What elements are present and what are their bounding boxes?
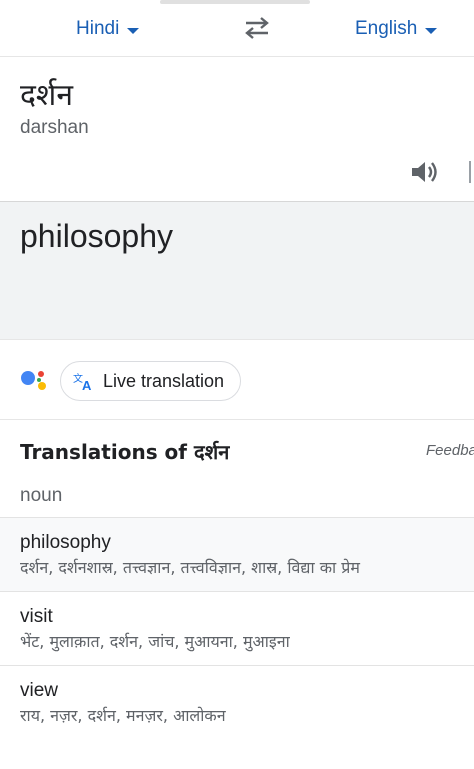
entry-word: view [20, 680, 59, 701]
source-text[interactable]: दर्शन [20, 73, 73, 114]
chevron-down-icon [425, 27, 438, 34]
entry-synonyms: भेंट, मुलाक़ात, दर्शन, जांच, मुआयना, मुआ… [20, 632, 290, 651]
source-language-label: Hindi [76, 18, 120, 39]
language-bar: Hindi English [0, 0, 474, 57]
translation-entry[interactable]: philosophy दर्शन, दर्शनशास्र, तत्त्वज्ञा… [0, 517, 474, 591]
live-translation-label: Live translation [103, 370, 225, 391]
translations-title-word: दर्शन [193, 440, 230, 464]
chevron-down-icon [127, 27, 140, 34]
feedback-link[interactable]: Feedba [426, 442, 474, 459]
translations-title-prefix: Translations of [20, 440, 194, 464]
assistant-row: 文 A Live translation [0, 339, 474, 420]
target-language-selector[interactable]: English [355, 18, 438, 40]
source-transliteration: darshan [20, 117, 89, 138]
entry-word: visit [20, 606, 53, 627]
speaker-icon[interactable] [408, 157, 440, 187]
swap-icon[interactable] [240, 14, 274, 42]
live-translation-button[interactable]: 文 A Live translation [60, 361, 242, 401]
source-panel[interactable]: दर्शन darshan [0, 57, 474, 201]
target-language-label: English [355, 18, 418, 39]
translation-entry[interactable]: view राय, नज़र, दर्शन, मनज़र, आलोकन [0, 665, 474, 739]
copy-icon[interactable] [469, 161, 474, 183]
translations-header: Translations of दर्शन Feedba [0, 420, 474, 482]
svg-text:A: A [82, 378, 92, 391]
target-panel[interactable]: philosophy [0, 201, 474, 339]
google-assistant-icon[interactable] [20, 368, 50, 394]
entry-synonyms: दर्शन, दर्शनशास्र, तत्त्वज्ञान, तत्त्ववि… [20, 558, 360, 577]
translations-title: Translations of दर्शन [20, 438, 229, 465]
entry-word: philosophy [20, 532, 111, 553]
translation-entry[interactable]: visit भेंट, मुलाक़ात, दर्शन, जांच, मुआयन… [0, 591, 474, 665]
source-language-selector[interactable]: Hindi [76, 18, 140, 40]
translate-icon: 文 A [73, 372, 92, 391]
translated-text[interactable]: philosophy [20, 218, 173, 255]
translations-section: Translations of दर्शन Feedba noun philos… [0, 420, 474, 725]
entry-synonyms: राय, नज़र, दर्शन, मनज़र, आलोकन [20, 706, 226, 725]
part-of-speech: noun [20, 485, 63, 506]
